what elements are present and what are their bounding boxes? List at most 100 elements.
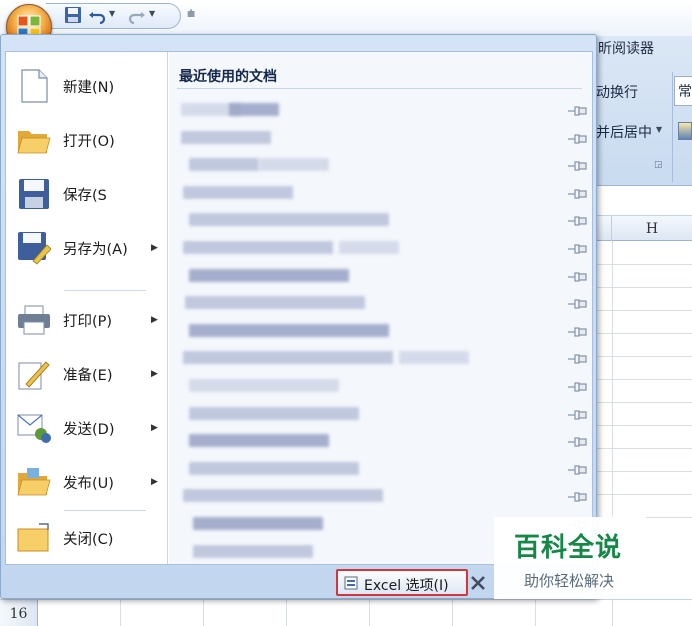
menu-item-send[interactable]: 发送(D) ▶ [6, 402, 168, 454]
recent-document-item[interactable] [169, 400, 592, 426]
recent-document-name-redacted [183, 351, 393, 365]
worksheet-row-16[interactable]: 16 [0, 599, 692, 626]
pin-icon[interactable] [567, 188, 587, 200]
recent-document-item[interactable] [169, 427, 592, 453]
wrap-text-button[interactable]: 动换行 [596, 82, 638, 102]
recent-document-item[interactable] [169, 179, 592, 205]
undo-dropdown-icon[interactable]: ▼ [109, 9, 115, 18]
submenu-arrow-icon: ▶ [151, 243, 158, 253]
number-format-value: 常 [678, 84, 692, 100]
recent-document-name-redacted [193, 517, 323, 530]
recent-document-name-redacted [339, 241, 399, 254]
grid-col-line [369, 600, 370, 626]
recent-document-name-redacted [399, 351, 469, 365]
printer-icon [16, 302, 52, 338]
pin-icon[interactable] [567, 436, 587, 448]
merge-center-button[interactable]: 并后居中 [596, 122, 652, 142]
ribbon-tab-reader[interactable]: 昕阅读器 [598, 38, 654, 58]
menu-item-label: 保存(S [63, 187, 107, 204]
customize-quick-access-icon[interactable]: ⩧ [187, 6, 195, 22]
recent-documents-pane: 最近使用的文档 [169, 52, 592, 564]
watermark-title: 百科全说 [514, 533, 623, 563]
menu-item-save-as[interactable]: 另存为(A) ▶ [6, 222, 168, 274]
close-folder-icon [16, 520, 52, 556]
recent-document-name-redacted [183, 241, 333, 254]
menu-item-open[interactable]: 打开(O) [6, 114, 168, 166]
dialog-launcher-icon[interactable]: ◲ [654, 160, 663, 170]
recent-document-name-redacted [189, 323, 389, 337]
recent-document-name-redacted [183, 185, 293, 199]
pin-icon[interactable] [567, 243, 587, 255]
menu-item-print[interactable]: 打印(P) ▶ [6, 294, 168, 346]
send-icon [16, 410, 52, 446]
recent-document-item[interactable] [169, 262, 592, 288]
pin-icon[interactable] [567, 271, 587, 283]
pin-icon[interactable] [567, 464, 587, 476]
submenu-arrow-icon: ▶ [151, 369, 158, 379]
recent-document-name-redacted [189, 268, 349, 282]
save-as-icon [16, 230, 52, 266]
recent-document-item[interactable] [169, 455, 592, 481]
menu-item-label: 打开(O) [63, 133, 115, 150]
office-menu-body: 新建(N) 打开(O) 保存(S 另存为(A) ▶ 打印(P) ▶ 准备(E) … [5, 51, 593, 565]
recent-document-name-redacted [189, 213, 389, 227]
recent-document-item[interactable] [169, 317, 592, 343]
column-header-h[interactable]: H [612, 216, 692, 241]
menu-item-label: 关闭(C) [63, 531, 114, 548]
recent-document-item[interactable] [169, 289, 592, 315]
formula-bar[interactable] [592, 186, 692, 216]
pin-icon[interactable] [567, 326, 587, 338]
menu-item-close[interactable]: 关闭(C) [6, 512, 168, 564]
excel-options-button[interactable]: Excel 选项(I) [336, 569, 468, 596]
recent-document-item[interactable] [169, 344, 592, 370]
office-menu: 新建(N) 打开(O) 保存(S 另存为(A) ▶ 打印(P) ▶ 准备(E) … [0, 34, 597, 599]
recent-document-name-redacted [189, 379, 339, 392]
recent-document-item[interactable] [169, 151, 592, 177]
pin-icon[interactable] [567, 409, 587, 421]
pin-icon[interactable] [567, 160, 587, 172]
redo-button[interactable] [128, 6, 146, 24]
submenu-arrow-icon: ▶ [151, 423, 158, 433]
menu-item-new[interactable]: 新建(N) [6, 60, 168, 112]
recent-document-item[interactable] [169, 96, 592, 122]
pin-icon[interactable] [567, 105, 587, 117]
recent-document-item[interactable] [169, 234, 592, 260]
recent-document-item[interactable] [169, 124, 592, 150]
menu-item-save[interactable]: 保存(S [6, 168, 168, 220]
prepare-pencil-icon [16, 356, 52, 392]
menu-item-label: 发布(U) [63, 475, 114, 492]
recent-document-item[interactable] [169, 206, 592, 232]
grid-row-line [592, 333, 692, 334]
pin-icon[interactable] [567, 133, 587, 145]
grid-row-line [592, 402, 692, 403]
menu-separator [64, 290, 146, 291]
undo-button[interactable] [88, 6, 106, 24]
ribbon-panel: 昕阅读器 动换行 并后居中 ▼ [592, 36, 692, 186]
row-header-16[interactable]: 16 [0, 600, 38, 626]
submenu-arrow-icon: ▶ [151, 315, 158, 325]
redo-dropdown-icon[interactable]: ▼ [149, 9, 155, 18]
conditional-format-icon[interactable] [678, 122, 692, 140]
excel-options-label: Excel 选项(I) [364, 578, 449, 594]
grid-row-line [592, 356, 692, 357]
save-quick-button[interactable] [64, 6, 82, 24]
recent-document-name-redacted [259, 158, 329, 172]
pin-icon[interactable] [567, 215, 587, 227]
recent-document-item[interactable] [169, 372, 592, 398]
menu-item-label: 发送(D) [63, 421, 115, 438]
save-floppy-icon [65, 7, 81, 23]
open-folder-icon [16, 122, 52, 158]
pin-icon[interactable] [567, 298, 587, 310]
recent-documents-divider [177, 88, 582, 89]
pin-icon[interactable] [567, 491, 587, 503]
grid-row-line [592, 264, 692, 265]
recent-document-item[interactable] [169, 482, 592, 508]
menu-item-publish[interactable]: 发布(U) ▶ [6, 456, 168, 508]
menu-item-prepare[interactable]: 准备(E) ▶ [6, 348, 168, 400]
excel-options-icon [344, 576, 358, 594]
merge-dropdown-icon[interactable]: ▼ [656, 125, 662, 134]
pin-icon[interactable] [567, 353, 587, 365]
recent-document-name-redacted [189, 461, 359, 475]
pin-icon[interactable] [567, 381, 587, 393]
quick-access-toolbar: ▼ ▼ ⩧ [0, 0, 692, 36]
